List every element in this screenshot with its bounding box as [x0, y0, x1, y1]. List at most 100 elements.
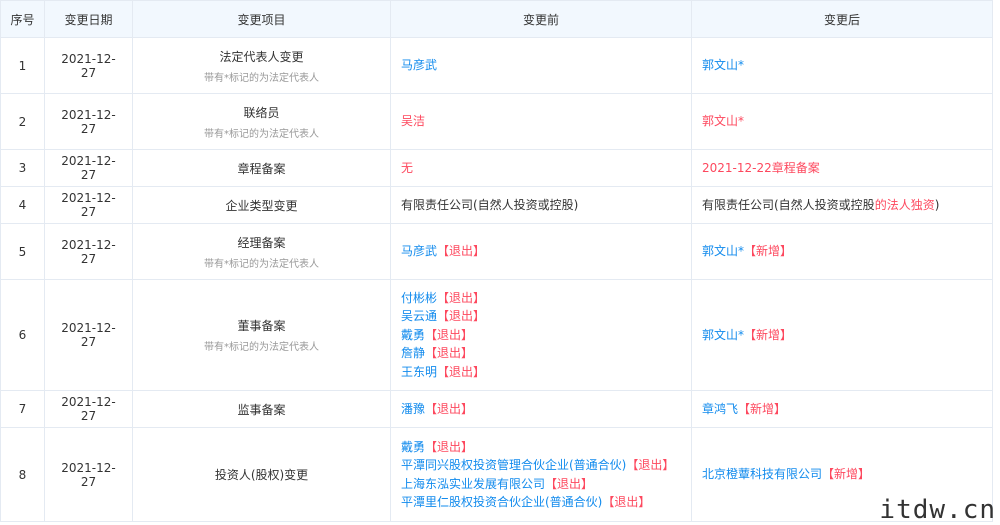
item-title: 监事备案: [237, 402, 286, 417]
header-item: 变更项目: [132, 0, 391, 38]
entry-line: 潘豫【退出】: [401, 400, 681, 419]
change-tag: 【退出】: [545, 476, 594, 491]
legal-rep-note: 带有*标记的为法定代表人: [204, 258, 319, 270]
header-before: 变更前: [390, 0, 692, 38]
entry-line: 平潭同兴股权投资管理合伙企业(普通合伙)【退出】: [401, 456, 681, 475]
cell-after: 章鸿飞【新增】: [691, 390, 993, 428]
change-tag: 吴洁: [401, 114, 426, 129]
cell-item: 法定代表人变更带有*标记的为法定代表人: [132, 37, 391, 94]
cell-before: 戴勇【退出】 平潭同兴股权投资管理合伙企业(普通合伙)【退出】 上海东泓实业发展有限…: [390, 427, 692, 522]
change-tag: 的法人独资: [874, 197, 935, 212]
cell-after: 有限责任公司(自然人投资或控股的法人独资): [691, 186, 993, 224]
cell-item: 章程备案: [132, 149, 391, 187]
change-tag: 有限责任公司(自然人投资或控股: [702, 197, 875, 212]
item-title: 章程备案: [237, 161, 286, 176]
entry-line: 北京橙蕈科技有限公司【新增】: [702, 465, 982, 484]
change-tag: 无: [401, 160, 414, 175]
entry-line: 有限责任公司(自然人投资或控股的法人独资): [702, 196, 982, 215]
cell-before: 无: [390, 149, 692, 187]
entity-link[interactable]: 吴云通: [401, 309, 437, 323]
table-row: 7 2021-12-27 监事备案 潘豫【退出】 章鸿飞【新增】: [0, 390, 993, 428]
entry-line: 王东明【退出】: [401, 363, 681, 382]
table-row: 6 2021-12-27 董事备案 带有*标记的为法定代表人 付彬彬【退出】 吴云通【退出…: [0, 279, 993, 391]
entry-line: 郭文山*【新增】: [702, 326, 982, 345]
cell-item: 联络员 带有*标记的为法定代表人: [132, 93, 391, 150]
entity-link[interactable]: 马彦武: [401, 244, 437, 258]
change-tag: 【退出】: [425, 401, 474, 416]
entity-link[interactable]: 戴勇: [401, 328, 425, 342]
cell-after: 郭文山*: [691, 93, 993, 150]
cell-date: 2021-12-27: [44, 279, 133, 391]
table-row: 8 2021-12-27 投资人(股权)变更 戴勇【退出】 平潭同兴股权投资管理合伙企业…: [0, 427, 993, 522]
cell-index: 6: [0, 279, 45, 391]
item-title: 法定代表人变更: [219, 49, 304, 64]
cell-item: 投资人(股权)变更: [132, 427, 391, 522]
entry-line: 詹静【退出】: [401, 344, 681, 363]
entity-link[interactable]: 上海东泓实业发展有限公司: [401, 477, 545, 491]
entry-line: 章鸿飞【新增】: [702, 400, 982, 419]
cell-date: 2021-12-27: [44, 37, 133, 94]
cell-index: 1: [0, 37, 45, 94]
entity-link[interactable]: 戴勇: [401, 440, 425, 454]
item-title: 董事备案: [237, 319, 286, 333]
watermark: itdw.cn: [879, 495, 996, 525]
cell-after: 2021-12-22章程备案: [691, 149, 993, 187]
change-tag: 2021-12-22章程备案: [702, 160, 820, 175]
entry-line: 郭文山*: [702, 56, 982, 75]
change-tag: 【退出】: [437, 290, 486, 305]
cell-before: 吴洁: [390, 93, 692, 150]
entity-link[interactable]: 北京橙蕈科技有限公司: [702, 467, 822, 481]
cell-index: 5: [0, 223, 45, 280]
entry-line: 郭文山*: [702, 112, 982, 131]
entry-line: 有限责任公司(自然人投资或控股): [401, 196, 681, 215]
entity-link[interactable]: 付彬彬: [401, 291, 437, 305]
cell-after: 郭文山*: [691, 37, 993, 94]
entity-link[interactable]: 郭文山*: [702, 58, 744, 72]
entity-link[interactable]: 平潭同兴股权投资管理合伙企业(普通合伙): [401, 458, 626, 472]
change-tag: 【退出】: [437, 364, 486, 379]
entry-line: 上海东泓实业发展有限公司【退出】: [401, 475, 681, 494]
table-body: 1 2021-12-27 法定代表人变更 带有*标记的为法定代表人 马彦武 郭文山* 2 20…: [0, 37, 993, 522]
table-row: 5 2021-12-27 经理备案带有*标记的为法定代表人 马彦武【退出】 郭文山*【新…: [0, 223, 993, 280]
entity-link[interactable]: 章鸿飞: [702, 402, 738, 416]
change-tag: 【退出】: [602, 495, 651, 509]
entity-link[interactable]: 马彦武: [401, 58, 437, 72]
entry-line: 吴云通【退出】: [401, 307, 681, 326]
entity-link[interactable]: 王东明: [401, 365, 437, 379]
cell-before: 马彦武: [390, 37, 692, 94]
entry-line: 付彬彬【退出】: [401, 289, 681, 308]
entry-line: 吴洁: [401, 112, 681, 131]
item-title: 企业类型变更: [225, 198, 298, 213]
entry-line: 无: [401, 159, 681, 178]
cell-index: 7: [0, 390, 45, 428]
cell-date: 2021-12-27: [44, 149, 133, 187]
cell-date: 2021-12-27: [44, 223, 133, 280]
table-row: 2 2021-12-27 联络员 带有*标记的为法定代表人 吴洁 郭文山*: [0, 93, 993, 150]
entry-line: 马彦武: [401, 56, 681, 75]
item-title: 经理备案: [237, 235, 286, 250]
entity-link[interactable]: 郭文山*: [702, 244, 744, 258]
change-tag: 【退出】: [425, 346, 474, 361]
entity-link[interactable]: 平潭里仁股权投资合伙企业(普通合伙): [401, 495, 602, 509]
change-tag: ): [934, 197, 940, 212]
change-tag: 【退出】: [425, 327, 474, 342]
legal-rep-note: 带有*标记的为法定代表人: [204, 72, 319, 84]
cell-date: 2021-12-27: [44, 186, 133, 224]
entity-link[interactable]: 潘豫: [401, 402, 425, 416]
cell-date: 2021-12-27: [44, 427, 133, 522]
cell-date: 2021-12-27: [44, 93, 133, 150]
cell-before: 潘豫【退出】: [390, 390, 692, 428]
table-row: 4 2021-12-27 企业类型变更 有限责任公司(自然人投资或控股) 有限责任公司(…: [0, 186, 993, 224]
cell-before: 有限责任公司(自然人投资或控股): [390, 186, 692, 224]
item-title: 联络员: [243, 105, 280, 120]
item-title: 投资人(股权)变更: [214, 468, 309, 482]
cell-before: 马彦武【退出】: [390, 223, 692, 280]
change-tag: 【退出】: [626, 458, 675, 472]
entity-link[interactable]: 郭文山*: [702, 328, 744, 342]
change-tag: 【新增】: [744, 327, 793, 342]
entity-link[interactable]: 詹静: [401, 346, 425, 360]
change-tag: 郭文山*: [702, 114, 745, 129]
entry-line: 2021-12-22章程备案: [702, 159, 982, 178]
change-record-table: 序号 变更日期 变更项目 变更前 变更后 1 2021-12-27 法定代表人变更带…: [0, 0, 993, 522]
entry-line: 郭文山*【新增】: [702, 242, 982, 261]
